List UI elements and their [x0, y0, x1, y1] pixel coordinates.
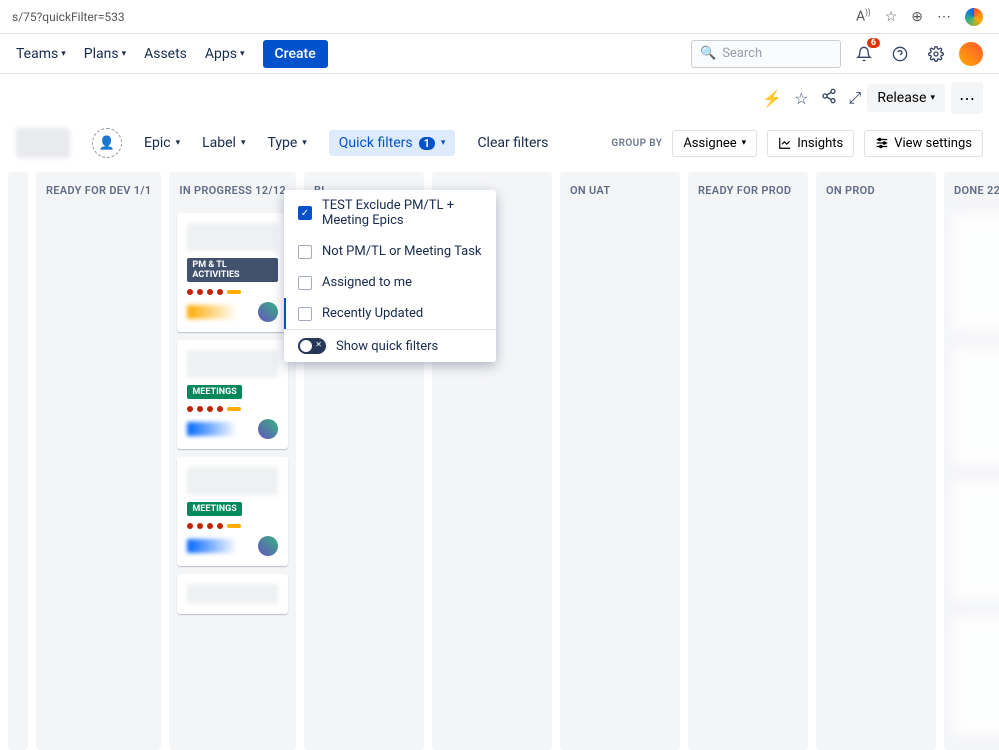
chevron-down-icon: ▾ — [241, 138, 246, 148]
column-partial — [8, 172, 28, 750]
dropdown-option[interactable]: Not PM/TL or Meeting Task — [284, 236, 496, 267]
show-quick-filters-toggle[interactable]: ✕ Show quick filters — [284, 330, 496, 362]
column-header: READY FOR DEV 1/1 — [44, 180, 153, 205]
chevron-down-icon: ▾ — [240, 49, 245, 59]
label-filter[interactable]: Label▾ — [202, 135, 245, 151]
priority-indicator — [187, 406, 278, 412]
card-title — [187, 223, 278, 251]
tag-meetings: MEETINGS — [187, 385, 241, 399]
card-title — [187, 467, 278, 495]
chevron-down-icon: ▾ — [61, 49, 66, 59]
browser-controls: A)) ☆ ⊕ ⋯ — [856, 8, 991, 26]
column-on-prod[interactable]: ON PROD — [816, 172, 936, 750]
checkbox-icon — [298, 245, 312, 259]
user-avatar[interactable] — [959, 42, 983, 66]
nav-assets[interactable]: Assets — [144, 46, 187, 62]
assignee-avatar[interactable] — [258, 419, 278, 439]
help-button[interactable] — [887, 41, 913, 67]
column-header: READY FOR PROD — [696, 180, 800, 205]
board-card[interactable]: MEETINGS — [177, 340, 288, 449]
card-title — [187, 584, 278, 604]
top-nav: Teams▾ Plans▾ Assets Apps▾ Create 🔍 Sear… — [0, 34, 999, 74]
automation-icon[interactable]: ⚡ — [762, 89, 782, 108]
tag-pmtl: PM & TL ACTIVITIES — [187, 258, 278, 282]
dropdown-option[interactable]: ✓ TEST Exclude PM/TL + Meeting Epics — [284, 190, 496, 236]
notifications-button[interactable]: 6 — [851, 41, 877, 67]
board-card[interactable]: MEETINGS — [177, 457, 288, 566]
add-people-button[interactable]: 👤 — [92, 128, 122, 158]
url-text: s/75?quickFilter=533 — [8, 10, 125, 24]
toggle-off-icon: ✕ — [298, 338, 326, 354]
more-actions-button[interactable]: ⋯ — [951, 82, 983, 114]
browser-bar: s/75?quickFilter=533 A)) ☆ ⊕ ⋯ — [0, 0, 999, 34]
assignee-avatar[interactable] — [258, 302, 278, 322]
quick-filters-button[interactable]: Quick filters 1 ▾ — [329, 130, 456, 156]
card-key — [187, 422, 237, 436]
tag-meetings: MEETINGS — [187, 502, 241, 516]
checkbox-checked-icon: ✓ — [298, 206, 312, 220]
board-card[interactable] — [952, 481, 999, 599]
dropdown-option[interactable]: Assigned to me — [284, 267, 496, 298]
nav-apps[interactable]: Apps▾ — [205, 46, 245, 62]
more-browser-icon[interactable]: ⋯ — [937, 9, 951, 25]
search-input[interactable]: 🔍 Search — [691, 40, 841, 68]
dropdown-option[interactable]: Recently Updated — [284, 298, 496, 329]
view-settings-button[interactable]: View settings — [864, 130, 983, 157]
priority-indicator — [187, 523, 278, 529]
release-button[interactable]: Release ▾ — [867, 84, 945, 112]
chevron-down-icon: ▾ — [742, 138, 747, 148]
chevron-down-icon: ▾ — [302, 138, 307, 148]
chevron-down-icon: ▾ — [122, 49, 127, 59]
board-card[interactable] — [177, 574, 288, 614]
column-header: IN PROGRESS 12/12 — [177, 180, 288, 205]
chevron-down-icon: ▾ — [441, 138, 446, 148]
card-key — [187, 539, 237, 553]
search-filter[interactable] — [16, 128, 70, 158]
column-on-uat[interactable]: ON UAT — [560, 172, 680, 750]
board-header: ⚡ ☆ ⤢ Release ▾ ⋯ — [0, 74, 999, 122]
group-by-label: GROUP BY — [611, 138, 662, 149]
board-card[interactable] — [952, 213, 999, 331]
column-done[interactable]: DONE 22/22 — [944, 172, 999, 750]
clear-filters-button[interactable]: Clear filters — [477, 135, 548, 151]
filter-bar: 👤 Epic▾ Label▾ Type▾ Quick filters 1 ▾ C… — [0, 122, 999, 164]
chevron-down-icon: ▾ — [176, 138, 181, 148]
nav-plans[interactable]: Plans▾ — [84, 46, 126, 62]
assignee-groupby[interactable]: Assignee▾ — [672, 130, 757, 157]
notif-badge: 6 — [867, 38, 880, 48]
column-header: ON PROD — [824, 180, 928, 205]
priority-indicator — [187, 289, 278, 295]
column-header: DONE 22/22 — [952, 180, 999, 205]
kanban-board: READY FOR DEV 1/1 IN PROGRESS 12/12 PM &… — [0, 164, 999, 750]
insights-button[interactable]: Insights — [767, 130, 854, 157]
column-ready-for-prod[interactable]: READY FOR PROD — [688, 172, 808, 750]
column-in-progress[interactable]: IN PROGRESS 12/12 PM & TL ACTIVITIES MEE… — [169, 172, 296, 750]
text-size-icon[interactable]: A)) — [856, 8, 871, 25]
copilot-icon[interactable] — [965, 8, 983, 26]
column-ready-for-dev[interactable]: READY FOR DEV 1/1 — [36, 172, 161, 750]
chevron-down-icon: ▾ — [930, 93, 935, 103]
card-title — [187, 350, 278, 378]
board-card[interactable]: PM & TL ACTIVITIES — [177, 213, 288, 332]
board-card[interactable] — [952, 347, 999, 465]
card-key — [187, 305, 237, 319]
nav-teams[interactable]: Teams▾ — [16, 46, 66, 62]
checkbox-icon — [298, 276, 312, 290]
fullscreen-icon[interactable]: ⤢ — [849, 88, 862, 108]
checkbox-icon — [298, 307, 312, 321]
type-filter[interactable]: Type▾ — [267, 135, 306, 151]
column-header: ON UAT — [568, 180, 672, 205]
favorite-star-icon[interactable]: ☆ — [885, 9, 898, 25]
settings-button[interactable] — [923, 41, 949, 67]
search-icon: 🔍 — [700, 46, 716, 61]
quick-filters-dropdown: ✓ TEST Exclude PM/TL + Meeting Epics Not… — [284, 190, 496, 362]
epic-filter[interactable]: Epic▾ — [144, 135, 180, 151]
board-card[interactable] — [952, 616, 999, 734]
quick-filters-count: 1 — [419, 137, 435, 150]
star-icon[interactable]: ☆ — [794, 89, 808, 108]
assignee-avatar[interactable] — [258, 536, 278, 556]
create-button[interactable]: Create — [263, 40, 328, 68]
collections-icon[interactable]: ⊕ — [911, 9, 923, 25]
share-icon[interactable] — [821, 88, 837, 108]
